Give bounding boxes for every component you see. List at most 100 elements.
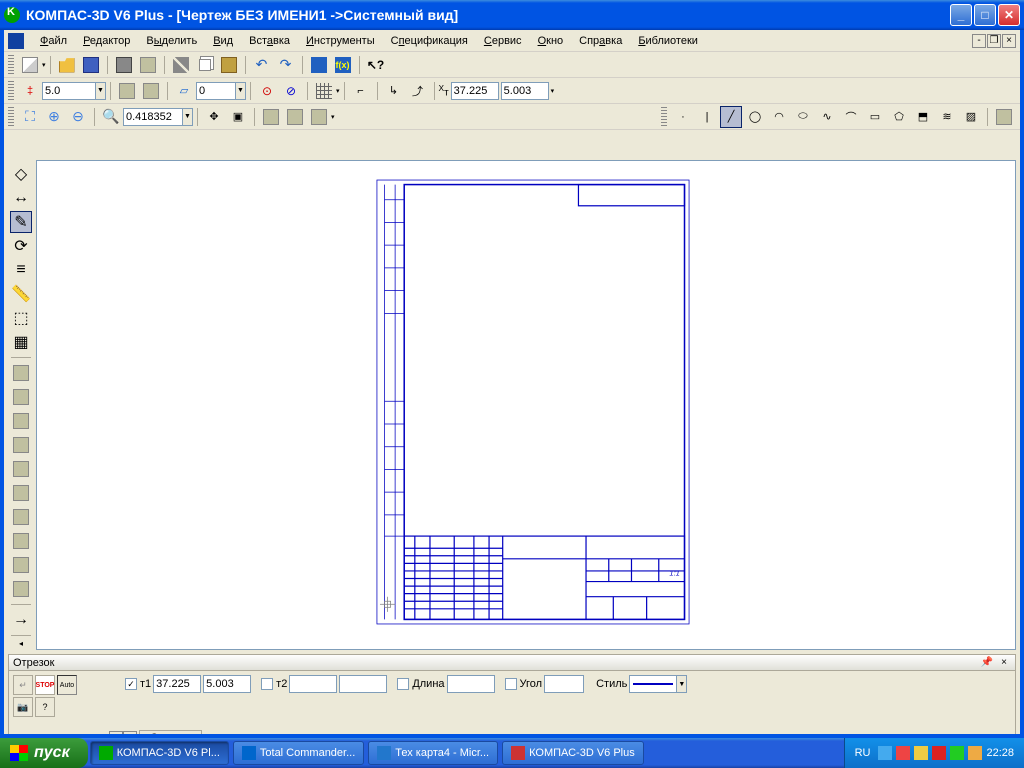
line-style-dropdown[interactable]: ▼ <box>677 675 687 693</box>
equidistant-tool[interactable]: ≋ <box>936 106 958 128</box>
redo-button[interactable]: ↷ <box>275 54 297 76</box>
grid-button[interactable] <box>313 80 335 102</box>
menu-view[interactable]: Вид <box>205 33 241 49</box>
stop-button[interactable]: STOP <box>35 675 55 695</box>
create-arrow-button[interactable]: ↵ <box>13 675 33 695</box>
toolbar-grip[interactable] <box>8 107 14 127</box>
hatch-tool[interactable]: ▨ <box>960 106 982 128</box>
state-button-1[interactable] <box>116 80 138 102</box>
tray-icon-4[interactable] <box>932 746 946 760</box>
panel-collapse-arrow[interactable]: ◂ <box>19 639 23 648</box>
drawing-canvas[interactable]: 1:1 <box>36 160 1016 650</box>
dimensions-panel-button[interactable]: ↔ <box>10 187 32 209</box>
taskbar-item-kompas1[interactable]: КОМПАС-3D V6 Pl... <box>90 741 229 765</box>
minimize-button[interactable]: _ <box>950 4 972 26</box>
pan-button[interactable]: ✥ <box>203 106 225 128</box>
undo-button[interactable]: ↶ <box>251 54 273 76</box>
menu-select[interactable]: Выделить <box>138 33 205 49</box>
maximize-button[interactable]: □ <box>974 4 996 26</box>
layer-dropdown[interactable]: ▼ <box>236 82 246 100</box>
prop-help-button[interactable]: 📷 <box>13 697 33 717</box>
tray-icon-2[interactable] <box>896 746 910 760</box>
fillet-tool[interactable]: ⌒ <box>840 106 862 128</box>
angle-input[interactable] <box>544 675 584 693</box>
menu-tools[interactable]: Инструменты <box>298 33 383 49</box>
start-button[interactable]: пуск <box>0 738 88 768</box>
toolbar-grip[interactable] <box>8 55 14 75</box>
t1-x-input[interactable] <box>153 675 201 693</box>
zoom-scale-icon[interactable]: 🔍 <box>100 106 122 128</box>
menu-service[interactable]: Сервис <box>476 33 530 49</box>
save-button[interactable] <box>80 54 102 76</box>
pin-icon[interactable]: 📌 <box>977 657 997 668</box>
polygon-tool[interactable]: ⬠ <box>888 106 910 128</box>
property-panel-header[interactable]: Отрезок 📌 × <box>9 655 1015 671</box>
spline-tool[interactable]: ∿ <box>816 106 838 128</box>
aux-line-tool[interactable]: | <box>696 106 718 128</box>
assoc-button-2[interactable] <box>10 386 32 408</box>
t2-y-input[interactable] <box>339 675 387 693</box>
mdi-minimize[interactable]: - <box>972 34 986 48</box>
print-button[interactable] <box>113 54 135 76</box>
global-cs-button[interactable]: ⤴ <box>407 80 429 102</box>
t2-lock-checkbox[interactable] <box>261 678 273 690</box>
circle-tool[interactable]: ◯ <box>744 106 766 128</box>
ortho-button[interactable]: ⌐ <box>350 80 372 102</box>
coord-x-input[interactable] <box>451 82 499 100</box>
paste-button[interactable] <box>218 54 240 76</box>
menu-window[interactable]: Окно <box>530 33 572 49</box>
taskbar-item-word[interactable]: Тех карта4 - Micr... <box>368 741 498 765</box>
assoc-button-5[interactable] <box>10 458 32 480</box>
layers-icon[interactable]: ▱ <box>173 80 195 102</box>
tray-icon-6[interactable] <box>968 746 982 760</box>
assoc-button-1[interactable] <box>10 362 32 384</box>
state-button-2[interactable] <box>140 80 162 102</box>
assoc-button-4[interactable] <box>10 434 32 456</box>
cut-button[interactable] <box>170 54 192 76</box>
edit-panel-button[interactable]: ⟳ <box>10 235 32 257</box>
t1-lock-checkbox[interactable]: ✓ <box>125 678 137 690</box>
tray-icon-5[interactable] <box>950 746 964 760</box>
assoc-button-3[interactable] <box>10 410 32 432</box>
spec-panel-button[interactable]: ▦ <box>10 331 32 353</box>
clock[interactable]: 22:28 <box>986 747 1014 759</box>
view-button-1[interactable] <box>284 106 306 128</box>
zoom-in-button[interactable]: ⊕ <box>43 106 65 128</box>
open-button[interactable] <box>56 54 78 76</box>
variables-button[interactable]: f(x) <box>332 54 354 76</box>
assoc-button-9[interactable] <box>10 554 32 576</box>
assoc-button-11[interactable]: → <box>10 609 32 631</box>
line-tool[interactable]: ╱ <box>720 106 742 128</box>
arc-tool[interactable]: ◠ <box>768 106 790 128</box>
zoom-window-button[interactable]: ▣ <box>227 106 249 128</box>
params-panel-button[interactable]: ≡ <box>10 259 32 281</box>
tool-extra[interactable] <box>993 106 1015 128</box>
menu-file[interactable]: Файл <box>32 33 75 49</box>
copy-button[interactable] <box>194 54 216 76</box>
menu-libs[interactable]: Библиотеки <box>630 33 706 49</box>
view-button-2[interactable] <box>308 106 330 128</box>
assoc-button-6[interactable] <box>10 482 32 504</box>
context-help-button[interactable]: ↖? <box>365 54 387 76</box>
zoom-dropdown[interactable]: ▼ <box>183 108 193 126</box>
point-tool[interactable]: · <box>672 106 694 128</box>
new-button[interactable] <box>19 54 41 76</box>
t1-y-input[interactable] <box>203 675 251 693</box>
ellipse-tool[interactable]: ⬭ <box>792 106 814 128</box>
mdi-restore[interactable]: ❐ <box>987 34 1001 48</box>
assoc-button-7[interactable] <box>10 506 32 528</box>
assoc-button-10[interactable] <box>10 578 32 600</box>
rect-tool[interactable]: ▭ <box>864 106 886 128</box>
tray-icon-3[interactable] <box>914 746 928 760</box>
mdi-close[interactable]: × <box>1002 34 1016 48</box>
length-input[interactable] <box>447 675 495 693</box>
step-dropdown[interactable]: ▼ <box>96 82 106 100</box>
step-icon[interactable]: ‡ <box>19 80 41 102</box>
menu-spec[interactable]: Спецификация <box>383 33 476 49</box>
step-input[interactable] <box>42 82 96 100</box>
toolbar-grip[interactable] <box>661 107 667 127</box>
snap-on-button[interactable]: ⊙ <box>256 80 278 102</box>
preview-button[interactable] <box>137 54 159 76</box>
panel-close-icon[interactable]: × <box>997 657 1011 668</box>
auto-button[interactable]: Auto <box>57 675 77 695</box>
